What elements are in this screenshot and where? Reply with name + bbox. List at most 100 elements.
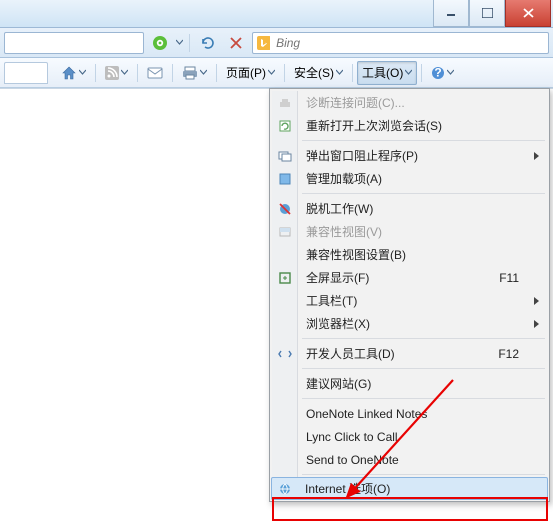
separator — [95, 64, 96, 82]
print-button[interactable] — [177, 61, 212, 85]
menu-label: Send to OneNote — [306, 453, 399, 467]
menu-item-compat-settings[interactable]: 兼容性视图设置(B) — [272, 243, 547, 266]
menu-label: 全屏显示(F) — [306, 269, 369, 286]
submenu-arrow-icon — [534, 320, 539, 328]
chevron-down-icon — [447, 69, 454, 76]
close-icon — [523, 8, 534, 18]
help-button[interactable]: ? — [426, 61, 459, 85]
separator — [284, 64, 285, 82]
menu-label: 工具栏(T) — [306, 292, 357, 309]
menu-label: 浏览器栏(X) — [306, 315, 370, 332]
search-box[interactable] — [252, 32, 549, 54]
safety-menu-label: 安全(S) — [294, 64, 334, 81]
search-input[interactable] — [276, 36, 544, 50]
qihoo-icon[interactable] — [148, 32, 172, 54]
bing-icon — [257, 36, 270, 50]
menu-label: Lync Click to Call — [306, 430, 398, 444]
menu-item-work-offline[interactable]: 脱机工作(W) — [272, 197, 547, 220]
menu-item-fullscreen[interactable]: 全屏显示(F) F11 — [272, 266, 547, 289]
home-icon — [61, 65, 77, 81]
chevron-down-icon — [200, 69, 207, 76]
tools-menu-label: 工具(O) — [362, 64, 403, 81]
menu-label: 诊断连接问题(C)... — [306, 94, 405, 111]
internet-options-icon — [277, 481, 293, 497]
minimize-icon — [446, 8, 456, 18]
menu-item-lync[interactable]: Lync Click to Call — [272, 425, 547, 448]
window-titlebar — [0, 0, 553, 28]
reopen-icon — [277, 118, 293, 134]
rss-icon — [105, 66, 119, 80]
menu-label: OneNote Linked Notes — [306, 407, 427, 421]
chevron-down-icon — [336, 69, 343, 76]
compat-icon — [277, 224, 293, 240]
menu-item-internet-options[interactable]: Internet 选项(O) — [271, 477, 548, 500]
offline-icon — [277, 201, 293, 217]
feeds-button[interactable] — [100, 61, 133, 85]
menu-item-manage-addons[interactable]: 管理加载项(A) — [272, 167, 547, 190]
dropdown-arrow-icon[interactable] — [176, 39, 183, 46]
menu-item-compat-view[interactable]: 兼容性视图(V) — [272, 220, 547, 243]
menu-item-devtools[interactable]: 开发人员工具(D) F12 — [272, 342, 547, 365]
tools-menu-button[interactable]: 工具(O) — [357, 61, 417, 85]
devtools-icon — [277, 346, 293, 362]
read-mail-button[interactable] — [142, 61, 168, 85]
separator — [172, 64, 173, 82]
menu-item-reopen-session[interactable]: 重新打开上次浏览会话(S) — [272, 114, 547, 137]
close-button[interactable] — [505, 0, 551, 27]
stop-icon — [230, 37, 242, 49]
menu-label: 管理加载项(A) — [306, 170, 382, 187]
mail-icon — [147, 66, 163, 80]
submenu-arrow-icon — [534, 152, 539, 160]
menu-separator — [302, 368, 545, 369]
home-button[interactable] — [56, 61, 91, 85]
safety-menu-button[interactable]: 安全(S) — [289, 61, 348, 85]
menu-item-toolbars[interactable]: 工具栏(T) — [272, 289, 547, 312]
menu-item-diagnose[interactable]: 诊断连接问题(C)... — [272, 91, 547, 114]
address-bar — [0, 28, 553, 58]
menu-label: 脱机工作(W) — [306, 200, 373, 217]
page-menu-button[interactable]: 页面(P) — [221, 61, 280, 85]
menu-item-suggested-sites[interactable]: 建议网站(G) — [272, 372, 547, 395]
menu-separator — [302, 193, 545, 194]
menu-label: 重新打开上次浏览会话(S) — [306, 117, 442, 134]
menu-item-onenote-linked[interactable]: OneNote Linked Notes — [272, 402, 547, 425]
addons-icon — [277, 171, 293, 187]
url-field-wrap — [4, 32, 144, 54]
menu-shortcut: F12 — [498, 347, 519, 361]
menu-label: 兼容性视图设置(B) — [306, 246, 406, 263]
chevron-down-icon — [405, 69, 412, 76]
globe-360-icon — [152, 35, 168, 51]
maximize-icon — [482, 8, 493, 18]
menu-separator — [302, 338, 545, 339]
svg-text:?: ? — [435, 66, 442, 80]
menu-item-send-onenote[interactable]: Send to OneNote — [272, 448, 547, 471]
separator — [352, 64, 353, 82]
refresh-button[interactable] — [196, 32, 220, 54]
menu-separator — [302, 474, 545, 475]
separator — [421, 64, 422, 82]
menu-label: 兼容性视图(V) — [306, 223, 382, 240]
separator — [216, 64, 217, 82]
help-icon: ? — [431, 66, 445, 80]
menu-label: 建议网站(G) — [306, 375, 371, 392]
menu-shortcut: F11 — [499, 271, 519, 285]
menu-item-explorer-bars[interactable]: 浏览器栏(X) — [272, 312, 547, 335]
menu-separator — [302, 140, 545, 141]
diagnose-icon — [277, 95, 293, 111]
separator — [189, 34, 190, 52]
menu-label: 弹出窗口阻止程序(P) — [306, 147, 418, 164]
chevron-down-icon — [79, 69, 86, 76]
menu-separator — [302, 398, 545, 399]
tools-dropdown-menu: 诊断连接问题(C)... 重新打开上次浏览会话(S) 弹出窗口阻止程序(P) 管… — [269, 88, 550, 502]
chevron-down-icon — [121, 69, 128, 76]
chevron-down-icon — [268, 69, 275, 76]
blank-tab[interactable] — [4, 62, 48, 84]
refresh-icon — [201, 36, 215, 50]
maximize-button[interactable] — [469, 0, 505, 27]
menu-item-popup-blocker[interactable]: 弹出窗口阻止程序(P) — [272, 144, 547, 167]
page-menu-label: 页面(P) — [226, 64, 266, 81]
submenu-arrow-icon — [534, 297, 539, 305]
popup-icon — [277, 148, 293, 164]
minimize-button[interactable] — [433, 0, 469, 27]
stop-button[interactable] — [224, 32, 248, 54]
